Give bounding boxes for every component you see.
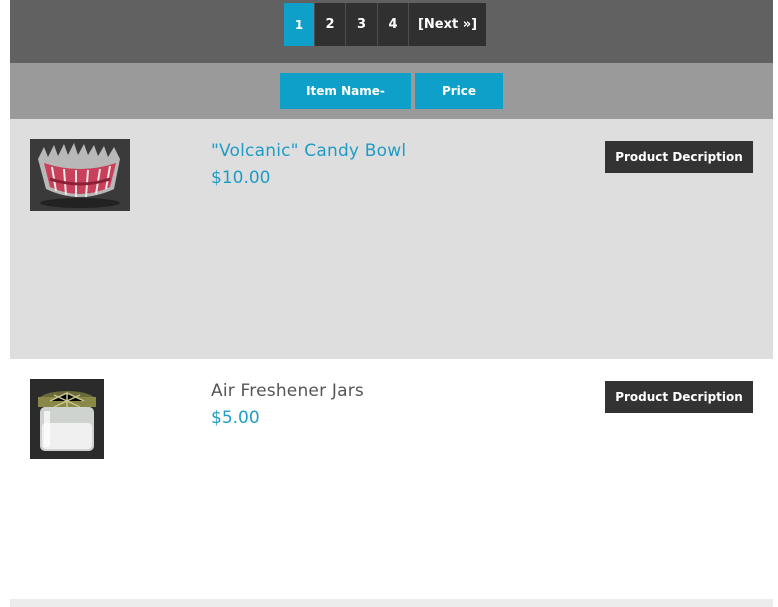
page-3-button[interactable]: 3 [346,3,378,46]
sort-bar: Item Name- Price [10,63,773,119]
page-1-button[interactable]: 1 [284,3,315,46]
product-listing: 1 2 3 4 [Next »] Item Name- Price "Volca… [10,0,773,607]
sort-item-name-button[interactable]: Item Name- [280,73,411,109]
jar-image[interactable] [30,379,104,459]
product-price: $5.00 [211,408,260,428]
product-name-link[interactable]: Air Freshener Jars [211,381,364,401]
pagination: 1 2 3 4 [Next »] [284,3,486,46]
next-row-edge [10,599,773,607]
product-row: Air Freshener Jars $5.00 Product Decript… [10,359,773,599]
page-4-button[interactable]: 4 [378,3,409,46]
product-description-button[interactable]: Product Decription [605,381,753,413]
next-page-button[interactable]: [Next »] [409,3,486,46]
sort-price-button[interactable]: Price [415,73,503,109]
pagination-bar: 1 2 3 4 [Next »] [10,0,773,63]
page-2-button[interactable]: 2 [315,3,346,46]
product-price: $10.00 [211,168,271,188]
product-row: "Volcanic" Candy Bowl $10.00 Product Dec… [10,119,773,359]
product-description-button[interactable]: Product Decription [605,141,753,173]
candy-bowl-image[interactable] [30,139,130,211]
product-name-link[interactable]: "Volcanic" Candy Bowl [211,141,406,161]
